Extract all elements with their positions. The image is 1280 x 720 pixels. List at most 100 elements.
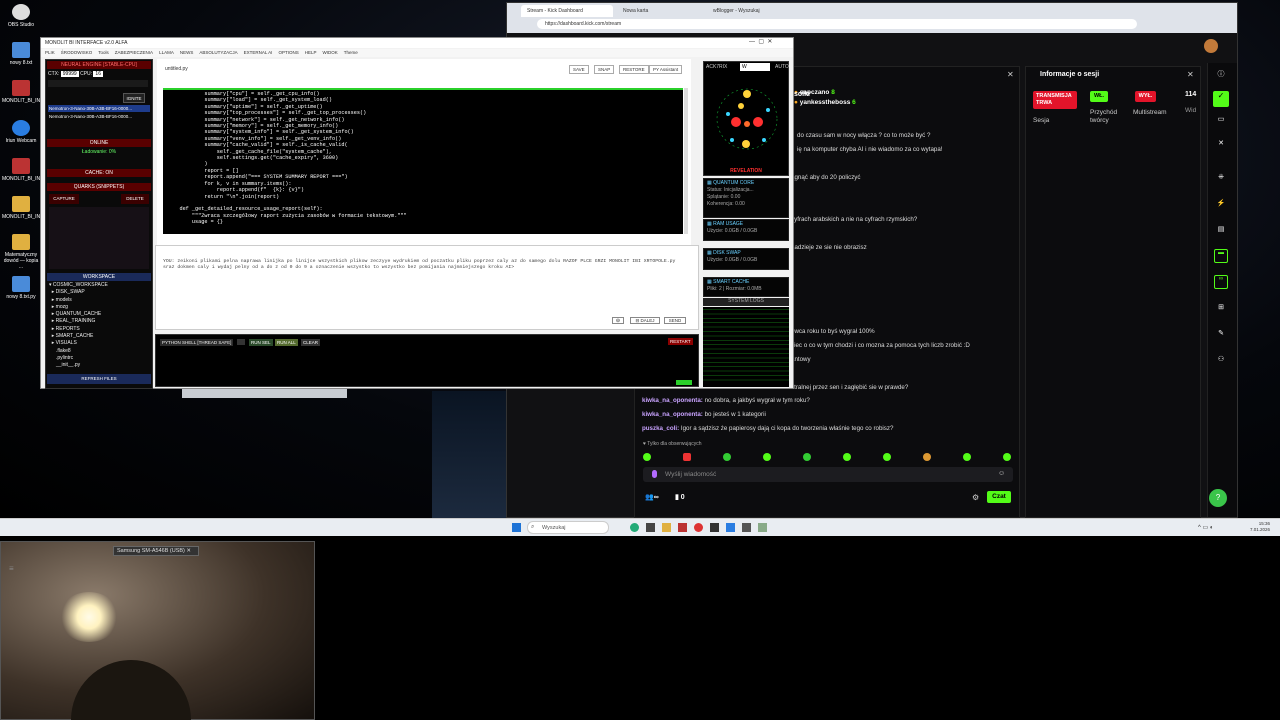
app-icon[interactable]: [646, 523, 655, 532]
send-button[interactable]: SEND: [664, 317, 686, 324]
menu-item[interactable]: ABSOLUTYZACJA: [199, 50, 237, 55]
emote-icon[interactable]: [803, 453, 811, 461]
app-icon[interactable]: [694, 523, 703, 532]
chat-close-icon[interactable]: ✕: [1007, 70, 1014, 79]
taskbar-search[interactable]: Wyszukaj: [527, 521, 609, 534]
wrench-icon[interactable]: ✎: [1213, 329, 1229, 339]
refresh-files-button[interactable]: REFRESH FILES: [47, 374, 151, 384]
avatar[interactable]: [1204, 39, 1218, 53]
close-icon[interactable]: ✕: [1213, 139, 1229, 149]
save-button[interactable]: SAVE: [569, 65, 589, 74]
menu-item[interactable]: ŚRODOWISKO: [61, 50, 93, 55]
people-icon[interactable]: ⚇: [1213, 355, 1229, 365]
workspace-item[interactable]: .flake8: [49, 348, 149, 355]
workspace-tree[interactable]: ▾ COSMIC_WORKSPACE ▸ DISK_SWAP ▸ models …: [49, 282, 149, 370]
py-assistant-button[interactable]: PY Assistant: [649, 65, 683, 74]
model-list-item[interactable]: Nemotron-3-Nano-30B-A3B-BF16-0000...: [48, 105, 150, 112]
system-logs[interactable]: [703, 307, 789, 387]
restart-button[interactable]: RESTART: [668, 338, 693, 345]
window-controls[interactable]: — ▢ ✕: [749, 38, 772, 45]
desktop-icon-file[interactable]: nowy 8.txt: [2, 42, 40, 66]
menu-icon[interactable]: ≡: [9, 564, 14, 573]
menu-item[interactable]: HELP: [305, 50, 317, 55]
app-icon[interactable]: [710, 523, 719, 532]
workspace-item[interactable]: ▸ SMART_CACHE: [49, 333, 149, 340]
model-list-item[interactable]: Nemotron-3-Nano-30B-A3B-BF16-0000...: [48, 113, 150, 120]
menu-item[interactable]: NEWS: [180, 50, 194, 55]
desktop-icon-obs[interactable]: OBS Studio: [2, 4, 40, 28]
menu-item[interactable]: PLIK: [45, 50, 55, 55]
run-sel-button[interactable]: RUN SEL: [249, 339, 273, 346]
emote-icon[interactable]: [1003, 453, 1011, 461]
chat-send-button[interactable]: Czat: [987, 491, 1011, 503]
workspace-item[interactable]: ▸ QUANTUM_CACHE: [49, 311, 149, 318]
info-icon[interactable]: ⓘ: [1213, 69, 1229, 79]
tray-icons[interactable]: ^ ▭ ◐: [1198, 524, 1213, 531]
menu-item[interactable]: ZABEZPIECZENIA: [115, 50, 153, 55]
taskbar-clock[interactable]: 15:36 7.01.2026: [1250, 521, 1270, 533]
folder-icon[interactable]: [662, 523, 671, 532]
stop-icon[interactable]: ⊝: [612, 317, 624, 324]
next-button[interactable]: ⊟ DALEJ: [630, 317, 660, 324]
clear-button[interactable]: CLEAR: [301, 339, 321, 346]
emote-icon[interactable]: [923, 453, 931, 461]
emote-icon[interactable]: [763, 453, 771, 461]
restore-button[interactable]: RESTORE: [619, 65, 649, 74]
grid-icon[interactable]: ⊞: [1213, 303, 1229, 313]
settings-gear-icon[interactable]: ⚙: [972, 493, 979, 502]
cpu-input[interactable]: 16: [93, 71, 103, 77]
document-icon[interactable]: ▤: [1213, 225, 1229, 235]
app-icon[interactable]: [630, 523, 639, 532]
emote-icon[interactable]: [683, 453, 691, 461]
model-select[interactable]: [48, 80, 148, 87]
visual-field-input[interactable]: W: [740, 63, 770, 71]
link-icon[interactable]: ∞: [1214, 275, 1228, 289]
auto-toggle[interactable]: AUTO: [775, 64, 789, 70]
ignite-button[interactable]: IGNITE: [123, 93, 145, 103]
desktop-icon-folder[interactable]: Matematyczny dowód — kopia ...: [2, 234, 40, 270]
workspace-item[interactable]: .pylintrc: [49, 355, 149, 362]
prompt-input[interactable]: YOU: zeikoni plikami pelna naprawa linij…: [163, 259, 685, 271]
snippets-list[interactable]: [49, 207, 149, 269]
desktop-icon-folder[interactable]: MONOLIT_BI_INTE...: [2, 196, 51, 220]
browser-tab[interactable]: Nowa karta: [617, 5, 705, 17]
menu-item[interactable]: EXTERNAL AI: [244, 50, 273, 55]
menu-item[interactable]: Tools: [98, 50, 109, 55]
multistream-off-badge[interactable]: WYŁ.: [1135, 91, 1156, 102]
layout-icon[interactable]: ▭: [1213, 115, 1229, 125]
menu-item[interactable]: Theme: [344, 50, 358, 55]
browser-tab[interactable]: Stream - Kick Dashboard: [521, 5, 613, 17]
message-input[interactable]: Wyślij wiadomość: [643, 467, 1013, 482]
snap-button[interactable]: SNAP: [594, 65, 615, 74]
emote-icon[interactable]: [883, 453, 891, 461]
emote-icon[interactable]: [843, 453, 851, 461]
session-close-icon[interactable]: ✕: [1187, 70, 1194, 79]
run-all-button[interactable]: RUN ALL: [275, 339, 298, 346]
desktop-icon-iriun[interactable]: Iriun Webcam: [2, 120, 40, 144]
workspace-item[interactable]: ▸ mozg: [49, 304, 149, 311]
workspace-item[interactable]: __init__.py: [49, 362, 149, 369]
emote-icon[interactable]: [643, 453, 651, 461]
workspace-item[interactable]: ▸ DISK_SWAP: [49, 289, 149, 296]
workspace-item[interactable]: ▸ REAL_TRAINING: [49, 318, 149, 325]
menu-item[interactable]: OPTIONS: [278, 50, 298, 55]
menu-item[interactable]: WIDOK: [322, 50, 337, 55]
help-icon[interactable]: ?: [1209, 489, 1227, 507]
chat-username[interactable]: kiwka_na_oponenta:: [642, 411, 703, 418]
chat-icon[interactable]: ▬: [1214, 249, 1228, 263]
workspace-item[interactable]: ▸ models: [49, 297, 149, 304]
income-on-badge[interactable]: WŁ.: [1090, 91, 1108, 102]
desktop-icon-file[interactable]: nowy 8.txt.py: [2, 276, 40, 300]
shell-select[interactable]: [237, 339, 245, 345]
workspace-item[interactable]: ▸ VISUALS: [49, 340, 149, 347]
mic-icon[interactable]: [652, 470, 657, 478]
file-tab[interactable]: untitled.py: [165, 66, 235, 75]
address-bar[interactable]: https://dashboard.kick.com/stream: [537, 19, 1137, 29]
sliders-icon[interactable]: ⁜: [1213, 173, 1229, 183]
emoji-icon[interactable]: ☺: [998, 470, 1005, 477]
editor-scrollbar[interactable]: [684, 88, 688, 234]
app-icon[interactable]: [678, 523, 687, 532]
chat-username[interactable]: puszka_coli:: [642, 425, 679, 432]
code-editor[interactable]: summary["cpu"] = self._get_cpu_info() su…: [163, 88, 683, 234]
workspace-item[interactable]: ▾ COSMIC_WORKSPACE: [49, 282, 149, 289]
